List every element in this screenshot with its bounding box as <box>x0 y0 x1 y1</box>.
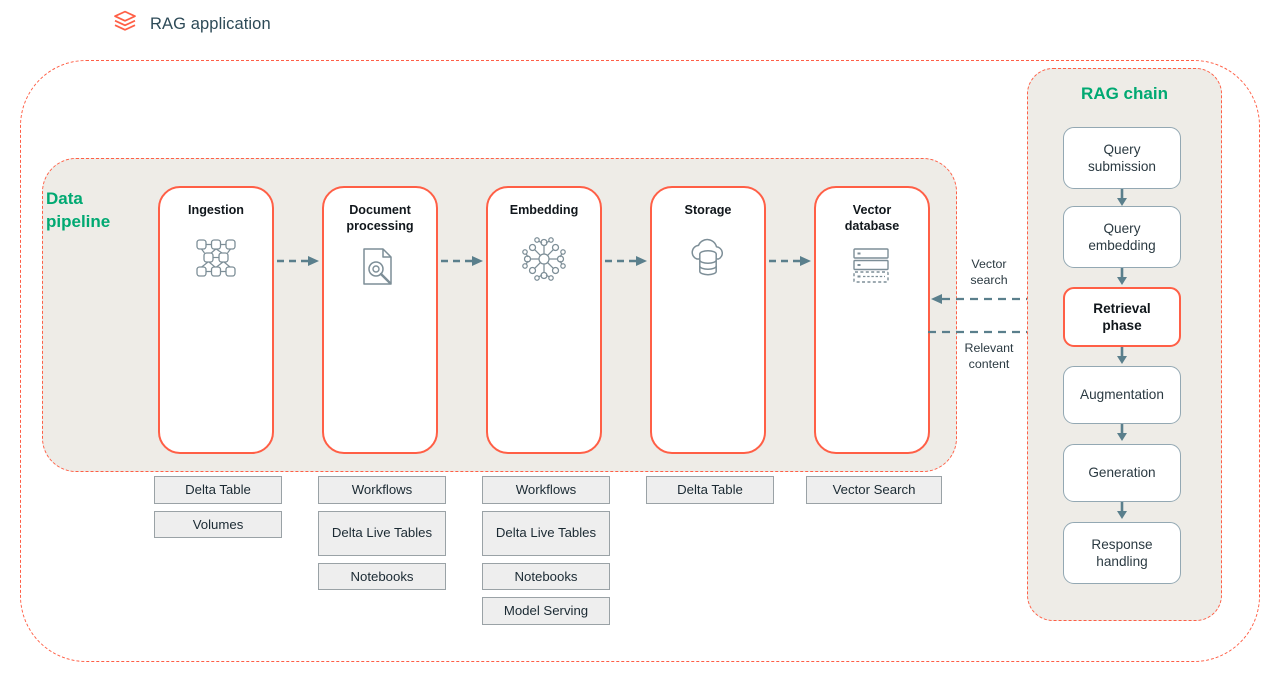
cross-link-relevant-content-label-line1: Relevant <box>964 341 1014 355</box>
rag-chain-title: RAG chain <box>1081 84 1168 103</box>
stage-vector-database-item-0[interactable]: Vector Search <box>806 476 942 504</box>
chain-step-augmentation[interactable]: Augmentation <box>1063 366 1181 424</box>
stage-storage-items: Delta Table <box>646 476 774 504</box>
stage-vector-database[interactable]: Vector database Vector Search <box>806 186 942 504</box>
chain-arrow-3 <box>1114 347 1130 365</box>
stage-vector-database-title-line2: database <box>844 219 900 234</box>
chain-step-response-handling-line2: handling <box>1096 554 1148 569</box>
diagram-canvas: RAG application Data pipeline Ingestion <box>0 0 1279 678</box>
stage-embedding-item-0[interactable]: Workflows <box>482 476 610 504</box>
cloud-database-icon <box>685 236 731 282</box>
connector-embedding-to-storage <box>605 255 649 269</box>
connector-document-processing-to-embedding <box>441 255 485 269</box>
stage-document-processing-item-1[interactable]: Delta Live Tables <box>318 510 446 556</box>
chain-step-query-embedding-line2: embedding <box>1088 238 1156 253</box>
embedding-network-icon <box>521 236 567 282</box>
chain-arrow-1 <box>1114 189 1130 207</box>
stage-embedding[interactable]: Embedding Workflows Delta Live Tables No… <box>482 186 610 625</box>
chain-step-query-embedding[interactable]: Query embedding <box>1063 206 1181 268</box>
chain-arrow-4 <box>1114 424 1130 442</box>
stage-document-processing-item-2[interactable]: Notebooks <box>318 562 446 591</box>
stage-vector-database-title: Vector database <box>816 202 928 235</box>
stage-document-processing-item-0[interactable]: Workflows <box>318 476 446 504</box>
cross-link-vector-search-label-line1: Vector <box>971 257 1007 271</box>
chain-step-generation[interactable]: Generation <box>1063 444 1181 502</box>
stage-storage[interactable]: Storage Delta Table <box>646 186 774 504</box>
document-search-icon <box>357 246 403 292</box>
cross-link-vector-search-label: Vector search <box>946 256 1032 288</box>
chain-arrow-2 <box>1114 268 1130 286</box>
stage-embedding-item-3[interactable]: Model Serving <box>482 597 610 625</box>
data-pipeline-title-line1: Data <box>46 189 83 208</box>
chain-step-query-submission-line1: Query <box>1103 141 1141 157</box>
chain-step-query-submission-line2: submission <box>1088 159 1156 174</box>
network-nodes-icon <box>193 236 239 282</box>
stage-document-processing-title-line1: Document <box>349 203 411 217</box>
chain-step-response-handling[interactable]: Response handling <box>1063 522 1181 584</box>
chain-arrow-5 <box>1114 502 1130 520</box>
stage-document-processing-title: Document processing <box>324 202 436 235</box>
chain-step-retrieval-phase-line1: Retrieval <box>1093 300 1151 316</box>
stage-document-processing-title-line2: processing <box>346 219 414 234</box>
stage-vector-database-title-line1: Vector <box>852 203 892 217</box>
chain-step-retrieval-phase[interactable]: Retrieval phase <box>1063 287 1181 347</box>
stage-embedding-item-1[interactable]: Delta Live Tables <box>482 510 610 556</box>
stage-document-processing[interactable]: Document processing Workflows Delta Live… <box>318 186 446 591</box>
vector-index-server-icon <box>849 246 895 292</box>
app-title-label: RAG application <box>150 15 271 33</box>
stage-embedding-items: Workflows Delta Live Tables Notebooks Mo… <box>482 476 610 625</box>
connector-storage-to-vector-database <box>769 255 813 269</box>
stage-storage-title: Storage <box>684 203 732 217</box>
stage-storage-item-0[interactable]: Delta Table <box>646 476 774 504</box>
stage-ingestion-item-1[interactable]: Volumes <box>154 510 282 539</box>
chain-step-retrieval-phase-line2: phase <box>1102 318 1142 333</box>
data-pipeline-title-line2: pipeline <box>46 211 111 231</box>
data-pipeline-title: Data pipeline <box>46 188 156 234</box>
app-title-row: RAG application <box>112 9 271 40</box>
cross-link-vector-search-label-line2: search <box>970 273 1008 288</box>
chain-step-augmentation-label: Augmentation <box>1080 387 1164 403</box>
cross-link-relevant-content-label: Relevant content <box>946 340 1032 372</box>
chain-step-generation-label: Generation <box>1088 465 1156 481</box>
chain-step-query-submission[interactable]: Query submission <box>1063 127 1181 189</box>
stage-embedding-title: Embedding <box>509 203 579 217</box>
cross-link-relevant-content-label-line2: content <box>968 357 1010 372</box>
chain-step-query-embedding-line1: Query <box>1103 220 1141 236</box>
chain-step-response-handling-line1: Response <box>1091 536 1153 552</box>
stage-document-processing-items: Workflows Delta Live Tables Notebooks <box>318 476 446 591</box>
stage-embedding-item-2[interactable]: Notebooks <box>482 562 610 591</box>
stage-vector-database-items: Vector Search <box>806 476 942 504</box>
stage-ingestion[interactable]: Ingestion Delta Table Volumes <box>154 186 282 539</box>
stage-ingestion-title: Ingestion <box>188 203 244 217</box>
databricks-stack-logo-icon <box>112 9 138 40</box>
stage-ingestion-items: Delta Table Volumes <box>154 476 282 539</box>
stage-ingestion-item-0[interactable]: Delta Table <box>154 476 282 504</box>
connector-ingestion-to-document-processing <box>277 255 321 269</box>
